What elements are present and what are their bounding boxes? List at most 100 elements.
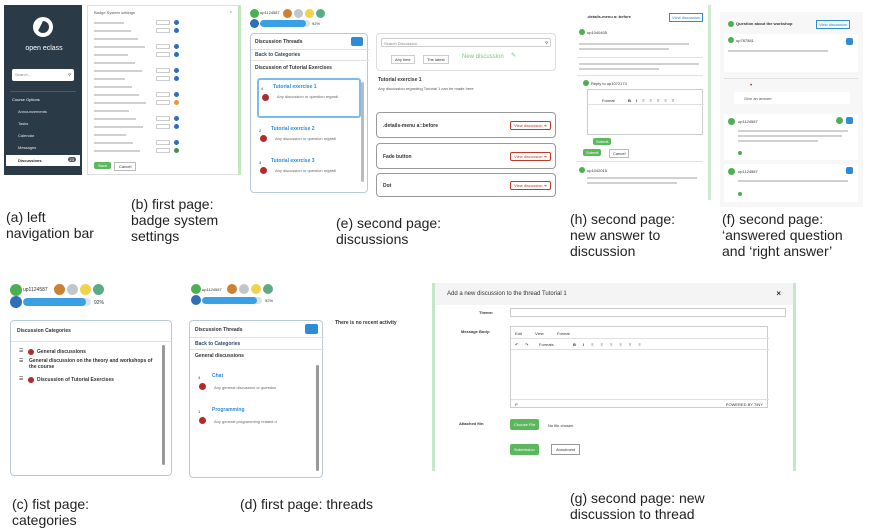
answer-title: .details-menu a::before (587, 14, 632, 19)
close-icon[interactable]: × (776, 289, 781, 299)
reply-editor[interactable]: Format B I ≡ ≡ ≡ ≡ ≡ (587, 89, 704, 135)
setting-row-input[interactable] (156, 92, 170, 97)
answer-input[interactable]: Give an answer (734, 92, 850, 104)
categories-card: Discussion Categories ☰ General discussi… (10, 320, 173, 476)
setting-row-input[interactable] (156, 68, 170, 73)
category-item[interactable]: ☰ General discussions (19, 347, 159, 357)
badge-settings-panel: Badge System settings × Save Cancel (87, 5, 241, 175)
heart-icon[interactable]: ♥ (750, 82, 752, 87)
answered-question-panel: Question about the workshop View discuss… (720, 12, 863, 207)
setting-row-input[interactable] (156, 76, 170, 81)
thread-title[interactable]: Tutorial exercise 1 (273, 84, 317, 90)
menu-format[interactable]: Format (557, 331, 570, 336)
thread-count: 4 (261, 86, 264, 91)
thread-desc: Any discussion or question regardi (277, 94, 339, 99)
editor-toolbar-buttons[interactable]: B I ≡ ≡ ≡ ≡ ≡ (628, 98, 676, 103)
editor-format-label[interactable]: Format (602, 98, 615, 103)
setting-row-input[interactable] (156, 100, 170, 105)
undo-icon[interactable]: ↶ (515, 342, 518, 347)
setting-row-input[interactable] (156, 116, 170, 121)
editor-footer-path: P (515, 402, 518, 407)
thread-title[interactable]: Tutorial exercise 3 (271, 158, 315, 164)
badge-cancel-button[interactable]: Cancel (114, 162, 137, 171)
progress-bar (23, 298, 91, 306)
like-icon[interactable] (738, 192, 742, 196)
nav-item-announcements[interactable]: Announcements (18, 109, 47, 114)
setting-row-input[interactable] (156, 140, 170, 145)
menu-view[interactable]: View (535, 331, 544, 336)
info-icon (174, 52, 179, 57)
category-item[interactable]: ☰ Discussion of Tutorial Exercises (19, 375, 159, 385)
discussion-card[interactable]: Fade button View discussion ➜ (376, 143, 556, 169)
formats-dropdown[interactable]: Formats (539, 342, 554, 347)
close-icon[interactable]: × (230, 9, 232, 14)
view-discussion-button[interactable]: View discussion ➜ (510, 181, 551, 190)
category-item[interactable]: ☰ General discussion on the theory and w… (19, 357, 159, 373)
redo-icon[interactable]: ↷ (525, 342, 528, 347)
thread-badge (199, 417, 206, 424)
discussion-search-input[interactable]: Search Discussion... ⚲ (381, 38, 551, 47)
submission-button[interactable]: Submission (510, 444, 539, 455)
scrollbar[interactable] (316, 365, 319, 471)
back-to-categories-link[interactable]: Back to Categories (255, 52, 300, 58)
thread-item[interactable]: 1 Programming Any general programming re… (196, 403, 308, 433)
thread-title[interactable]: Chat (212, 373, 223, 379)
menu-edit[interactable]: Edit (515, 331, 522, 336)
view-discussion-button[interactable]: View discussion ➜ (510, 121, 551, 130)
sort-select[interactable]: The latest (423, 55, 449, 64)
scrollbar[interactable] (361, 82, 364, 182)
setting-row-input[interactable] (156, 124, 170, 129)
thread-title[interactable]: Programming (212, 407, 245, 413)
discussions-panel: up1124587 92% Discussion Threads Back to… (246, 5, 564, 200)
setting-row-input[interactable] (156, 20, 170, 25)
threads-header: Discussion Threads (195, 327, 243, 333)
threads-search-button[interactable] (351, 37, 363, 46)
scrollbar[interactable] (162, 345, 165, 465)
nav-item-tasks[interactable]: Tasks (18, 121, 28, 126)
setting-row-input[interactable] (156, 44, 170, 49)
search-icon[interactable]: ⚲ (545, 40, 548, 45)
category-label[interactable]: Discussion of Tutorial Exercises (37, 377, 114, 383)
badge-save-button[interactable]: Save (94, 162, 112, 169)
nav-item-discussions-active[interactable]: Discussions 23 (6, 155, 80, 166)
nav-section-course-options[interactable]: Course Options (12, 97, 40, 102)
nav-item-messages[interactable]: Messages (18, 145, 36, 150)
info-icon (174, 116, 179, 121)
discussion-card[interactable]: .details-menu a::before View discussion … (376, 112, 556, 138)
setting-row-input[interactable] (156, 52, 170, 57)
thread-badge (260, 167, 267, 174)
answered-user1: up787581 (736, 38, 754, 43)
thread-item[interactable]: 4 Tutorial exercise 1 Any discussion or … (257, 78, 361, 118)
setting-row-input[interactable] (156, 28, 170, 33)
thread-title[interactable]: Tutorial exercise 2 (271, 126, 315, 132)
new-discussion-button[interactable]: New discussion (462, 54, 504, 61)
search-icon[interactable]: ⚲ (68, 72, 71, 77)
reply-submit-button-2[interactable]: Submit (583, 149, 602, 156)
category-label[interactable]: General discussions (37, 349, 86, 355)
nav-item-calendar[interactable]: Calendar (18, 133, 34, 138)
theme-input[interactable] (510, 308, 786, 317)
message-body-editor[interactable]: Edit View Format ↶ ↷ Formats B I ≡ ≡ ≡ ≡… (510, 326, 769, 408)
like-icon[interactable] (738, 151, 742, 155)
section-label: General discussions (195, 353, 244, 359)
category-label[interactable]: General discussion on the theory and wor… (29, 358, 159, 370)
thread-item[interactable]: 4 Chat Any general discussion or questio… (196, 369, 308, 399)
reply-cancel-button[interactable]: Cancel (609, 149, 630, 158)
view-discussion-button[interactable]: View discussion ➜ (510, 152, 551, 161)
threads-search-button[interactable] (305, 324, 318, 334)
time-filter-select[interactable]: Any time (391, 55, 415, 64)
nav-search-input[interactable]: Search... ⚲ (12, 69, 74, 81)
categories-header: Discussion Categories (17, 328, 71, 334)
answer-view-discussion-button[interactable]: View discussion (669, 13, 704, 22)
reply-submit-button[interactable]: Submit (593, 138, 612, 145)
thread-item[interactable]: 3 Tutorial exercise 3 Any discussion or … (257, 154, 361, 182)
thread-desc: Any discussion or question regardi (275, 136, 337, 141)
annulment-button[interactable]: Annulment (551, 444, 581, 455)
discussion-card[interactable]: Dot View discussion ➜ (376, 173, 556, 197)
setting-row-input[interactable] (156, 148, 170, 153)
choose-file-button[interactable]: Choose File (510, 419, 540, 430)
thread-item[interactable]: 2 Tutorial exercise 2 Any discussion or … (257, 122, 361, 150)
editor-toolbar-buttons[interactable]: B I ≡ ≡ ≡ ≡ ≡ ≡ (573, 342, 644, 347)
back-to-categories-link[interactable]: Back to Categories (195, 341, 240, 347)
answered-view-discussion-button[interactable]: View discussion (816, 20, 851, 29)
